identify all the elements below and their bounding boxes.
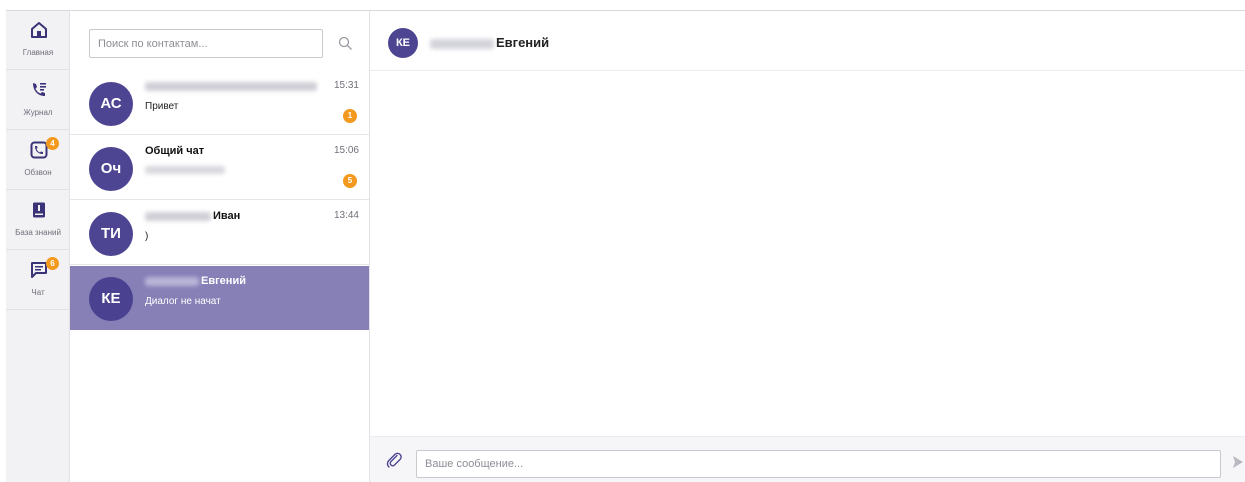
contact-last-message: Диалог не начат [145, 296, 221, 307]
nav-item-knowledge-base[interactable]: База знаний [6, 191, 70, 250]
search-icon[interactable] [338, 36, 353, 51]
nav-badge: 6 [46, 257, 59, 270]
contact-search-input[interactable] [90, 30, 322, 57]
contact-time: 15:31 [333, 80, 359, 91]
redacted-name [430, 38, 494, 49]
contact-name [145, 80, 319, 92]
chat-header: КЕ Евгений [370, 11, 1245, 71]
contact-time: 15:06 [333, 145, 359, 156]
send-icon[interactable] [1232, 455, 1244, 469]
nav-item-journal[interactable]: Журнал [6, 71, 70, 130]
redacted-message [145, 166, 225, 174]
message-field[interactable] [416, 450, 1221, 478]
avatar: КЕ [89, 277, 133, 321]
nav-item-label: Чат [31, 288, 45, 297]
message-input[interactable] [417, 451, 1220, 477]
contacts-panel: АС Привет 15:31 1 Оч Общий чат 15:06 5 Т… [70, 11, 370, 482]
message-area [370, 71, 1245, 436]
avatar: КЕ [388, 28, 418, 58]
nav-item-chat[interactable]: 6 Чат [6, 251, 70, 310]
chat-title: Евгений [430, 35, 549, 50]
contact-item[interactable]: АС Привет 15:31 1 [70, 71, 369, 135]
contact-time: 13:44 [333, 210, 359, 221]
nav-item-label: Обзвон [24, 168, 52, 177]
message-composer [370, 436, 1245, 482]
nav-item-home[interactable]: Главная [6, 11, 70, 70]
nav-badge: 4 [46, 137, 59, 150]
contact-name: Общий чат [145, 145, 205, 157]
redacted-name [145, 81, 317, 91]
paperclip-icon[interactable] [386, 452, 402, 468]
phone-log-icon [33, 83, 46, 96]
nav-item-label: Главная [22, 48, 54, 57]
contact-search-field[interactable] [89, 29, 323, 58]
contact-last-message: Привет [145, 101, 179, 112]
avatar: АС [89, 82, 133, 126]
knowledge-base-icon [33, 202, 45, 218]
nav-item-label: Журнал [23, 108, 53, 117]
chat-panel: КЕ Евгений [370, 11, 1245, 482]
avatar: ТИ [89, 212, 133, 256]
redacted-name [145, 211, 211, 221]
contact-item-active[interactable]: КЕ Евгений Диалог не начат [70, 266, 369, 330]
contact-name: Иван [145, 210, 240, 222]
contact-last-message: ) [145, 231, 149, 242]
unread-badge: 5 [343, 174, 357, 188]
unread-badge: 1 [343, 109, 357, 123]
contact-name: Евгений [145, 275, 246, 287]
contact-item[interactable]: Оч Общий чат 15:06 5 [70, 136, 369, 200]
redacted-name [145, 276, 199, 286]
home-icon [31, 22, 47, 38]
main-nav: Главная Журнал 4 Обзвон База знаний 6 Ча… [6, 11, 70, 482]
contact-last-message [145, 166, 225, 177]
nav-item-label: База знаний [15, 228, 61, 237]
contact-item[interactable]: ТИ Иван ) 13:44 [70, 201, 369, 265]
avatar: Оч [89, 147, 133, 191]
nav-item-dialer[interactable]: 4 Обзвон [6, 131, 70, 190]
